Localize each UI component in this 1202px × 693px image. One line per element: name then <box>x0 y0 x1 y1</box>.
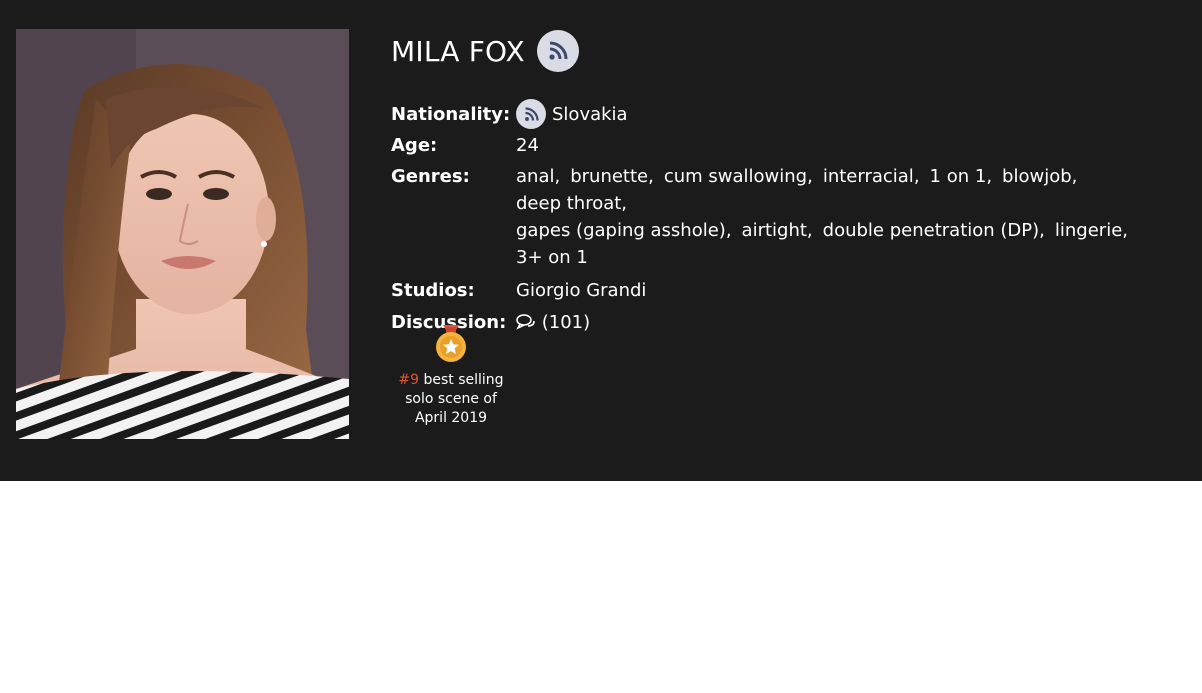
genre-link[interactable]: deep throat, <box>516 190 627 217</box>
discussion-count: (101) <box>541 312 591 333</box>
profile-photo-art <box>16 29 349 439</box>
award-line-3: April 2019 <box>414 410 488 426</box>
genre-link[interactable]: double penetration (DP), <box>823 217 1045 244</box>
studios-label: Studios: <box>391 280 475 301</box>
genre-link[interactable]: blowjob, <box>1002 163 1077 190</box>
award-line-1: #9 best selling <box>391 371 511 390</box>
genre-link[interactable]: anal, <box>516 163 560 190</box>
age-label: Age: <box>391 135 438 156</box>
genre-link[interactable]: gapes (gaping asshole), <box>516 217 732 244</box>
nationality-row: Nationality: Slovakia <box>391 98 1181 130</box>
nationality-text[interactable]: Slovakia <box>552 101 628 128</box>
genre-link[interactable]: brunette, <box>570 163 654 190</box>
rss-icon <box>524 106 539 121</box>
genres-row: Genres: anal, brunette, cum swallowing, int… <box>391 163 1181 271</box>
award-block: #9 best selling solo scene of April 2019 <box>391 325 511 428</box>
profile-info: MILA FOX Nationality: Slovakia Age: 24 G… <box>391 30 1181 336</box>
award-text-1: best selling <box>419 372 504 388</box>
nationality-flag <box>516 99 546 129</box>
studios-row: Studios: Giorgio Grandi <box>391 277 1181 304</box>
age-value: 24 <box>516 135 539 156</box>
genre-link[interactable]: cum swallowing, <box>664 163 813 190</box>
award-line-2: solo scene of <box>405 391 497 407</box>
discussion-link[interactable]: (101) <box>516 309 1181 336</box>
profile-photo[interactable] <box>16 29 349 439</box>
rss-feed-button[interactable] <box>536 30 579 72</box>
genre-link[interactable]: airtight, <box>742 217 813 244</box>
age-row: Age: 24 <box>391 132 1181 159</box>
award-rank: #9 <box>398 372 420 388</box>
profile-banner: MILA FOX Nationality: Slovakia Age: 24 G… <box>0 0 1202 481</box>
title-row: MILA FOX <box>391 30 1181 72</box>
genres-label: Genres: <box>391 166 470 187</box>
studio-link[interactable]: Giorgio Grandi <box>516 277 1181 304</box>
nationality-value: Slovakia <box>516 99 1181 129</box>
genres-list: anal, brunette, cum swallowing, interracial… <box>516 163 1181 271</box>
genre-link[interactable]: interracial, <box>823 163 920 190</box>
genre-link[interactable]: 1 on 1, <box>930 163 993 190</box>
nationality-label: Nationality: <box>391 103 511 125</box>
medal-icon <box>435 325 467 363</box>
genre-link[interactable]: 3+ on 1 <box>516 244 588 271</box>
performer-name: MILA FOX <box>391 34 525 68</box>
comments-icon <box>516 314 535 330</box>
genre-link[interactable]: lingerie, <box>1055 217 1128 244</box>
rss-icon <box>549 41 568 60</box>
